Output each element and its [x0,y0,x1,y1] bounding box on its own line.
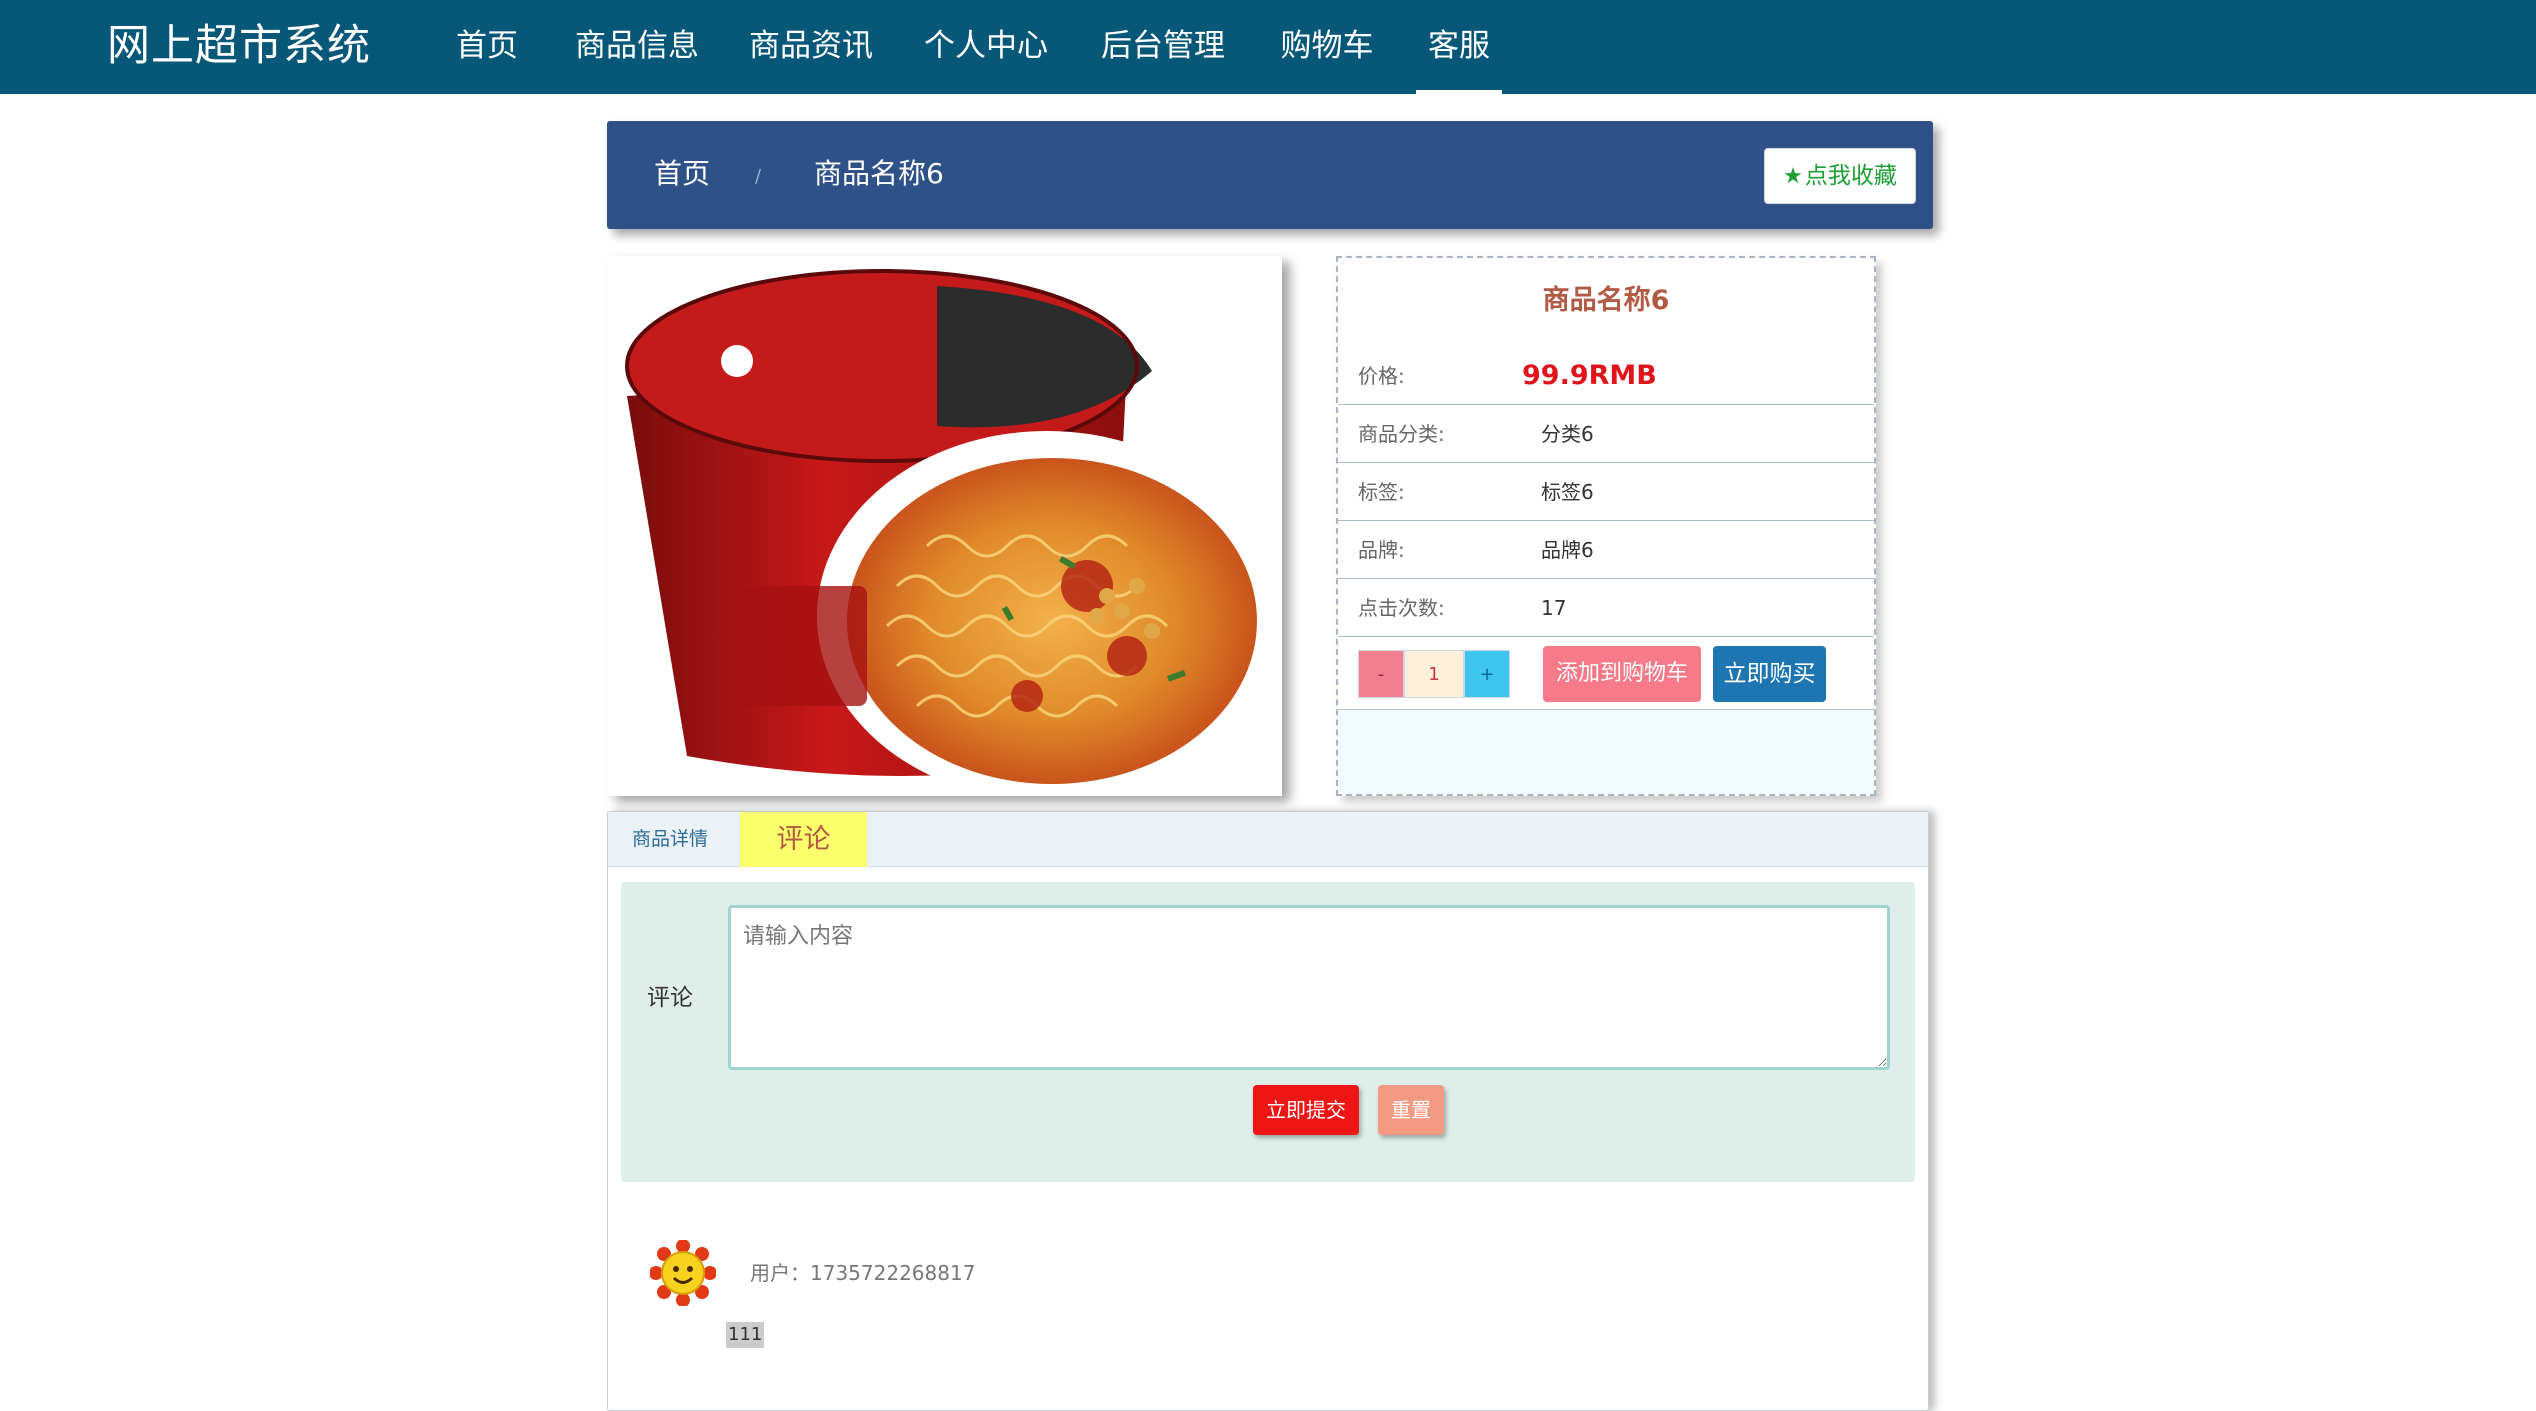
tag-label: 标签: [1358,480,1405,504]
detail-tabs-panel: 商品详情 评论 评论 立即提交 重置 用户：1735722268817 111 [607,811,1929,1411]
category-label: 商品分类: [1358,422,1445,446]
tag-value: 标签6 [1541,480,1594,504]
breadcrumb-current: 商品名称6 [814,157,944,190]
product-image [607,256,1282,796]
product-photo [607,256,1282,796]
nav-item-news[interactable]: 商品资讯 [747,0,875,94]
price-value: 99.9RMB [1522,360,1657,391]
brand-row: 品牌: 品牌6 [1338,521,1874,579]
quantity-input[interactable]: 1 [1404,650,1464,698]
tab-comments[interactable]: 评论 [740,812,867,867]
quantity-decrease-button[interactable]: - [1358,650,1404,698]
clicks-row: 点击次数: 17 [1338,579,1874,637]
reset-button[interactable]: 重置 [1378,1085,1444,1135]
nav-item-service[interactable]: 客服 [1416,0,1502,94]
category-value: 分类6 [1541,422,1594,446]
product-info-panel: 商品名称6 价格: 99.9RMB 商品分类: 分类6 标签: 标签6 品牌: … [1336,256,1876,796]
nav-item-admin[interactable]: 后台管理 [1099,0,1227,94]
star-icon: ★ [1783,164,1803,189]
add-to-cart-button[interactable]: 添加到购物车 [1543,646,1701,702]
breadcrumb: 首页 / 商品名称6 ★点我收藏 [607,121,1933,229]
tab-product-detail[interactable]: 商品详情 [632,812,708,867]
price-row: 价格: 99.9RMB [1338,347,1874,405]
breadcrumb-separator: / [755,166,762,187]
quantity-stepper: - 1 + [1358,650,1510,698]
brand-label: 品牌: [1358,538,1405,562]
clicks-label: 点击次数: [1358,596,1445,620]
nav-item-products[interactable]: 商品信息 [573,0,701,94]
brand-value: 品牌6 [1541,538,1594,562]
comment-content: 111 [726,1322,765,1348]
tag-row: 标签: 标签6 [1338,463,1874,521]
favorite-button-label: 点我收藏 [1804,163,1897,189]
category-row: 商品分类: 分类6 [1338,405,1874,463]
buy-now-button[interactable]: 立即购买 [1713,646,1826,702]
tab-bar: 商品详情 评论 [608,812,1928,867]
clicks-value: 17 [1541,596,1567,620]
comment-input[interactable] [728,905,1890,1070]
site-brand[interactable]: 网上超市系统 [107,18,371,74]
nav-item-home[interactable]: 首页 [451,0,523,94]
comment-label: 评论 [647,985,693,1011]
quantity-increase-button[interactable]: + [1464,650,1510,698]
comment-author: 用户：1735722268817 [750,1261,976,1285]
product-title: 商品名称6 [1542,285,1670,316]
price-label: 价格: [1358,364,1405,388]
submit-comment-button[interactable]: 立即提交 [1253,1085,1359,1135]
avatar [649,1239,717,1307]
favorite-button[interactable]: ★点我收藏 [1764,148,1916,204]
comment-form: 评论 立即提交 重置 [621,882,1915,1182]
top-navbar: 网上超市系统 首页 商品信息 商品资讯 个人中心 后台管理 购物车 客服 [0,0,2536,94]
nav-item-cart[interactable]: 购物车 [1277,0,1377,94]
nav-item-profile[interactable]: 个人中心 [922,0,1050,94]
info-panel-footer [1338,710,1874,794]
purchase-row: - 1 + 添加到购物车 立即购买 [1338,638,1874,710]
smiley-avatar-icon [649,1239,717,1307]
breadcrumb-home-link[interactable]: 首页 [654,151,710,197]
